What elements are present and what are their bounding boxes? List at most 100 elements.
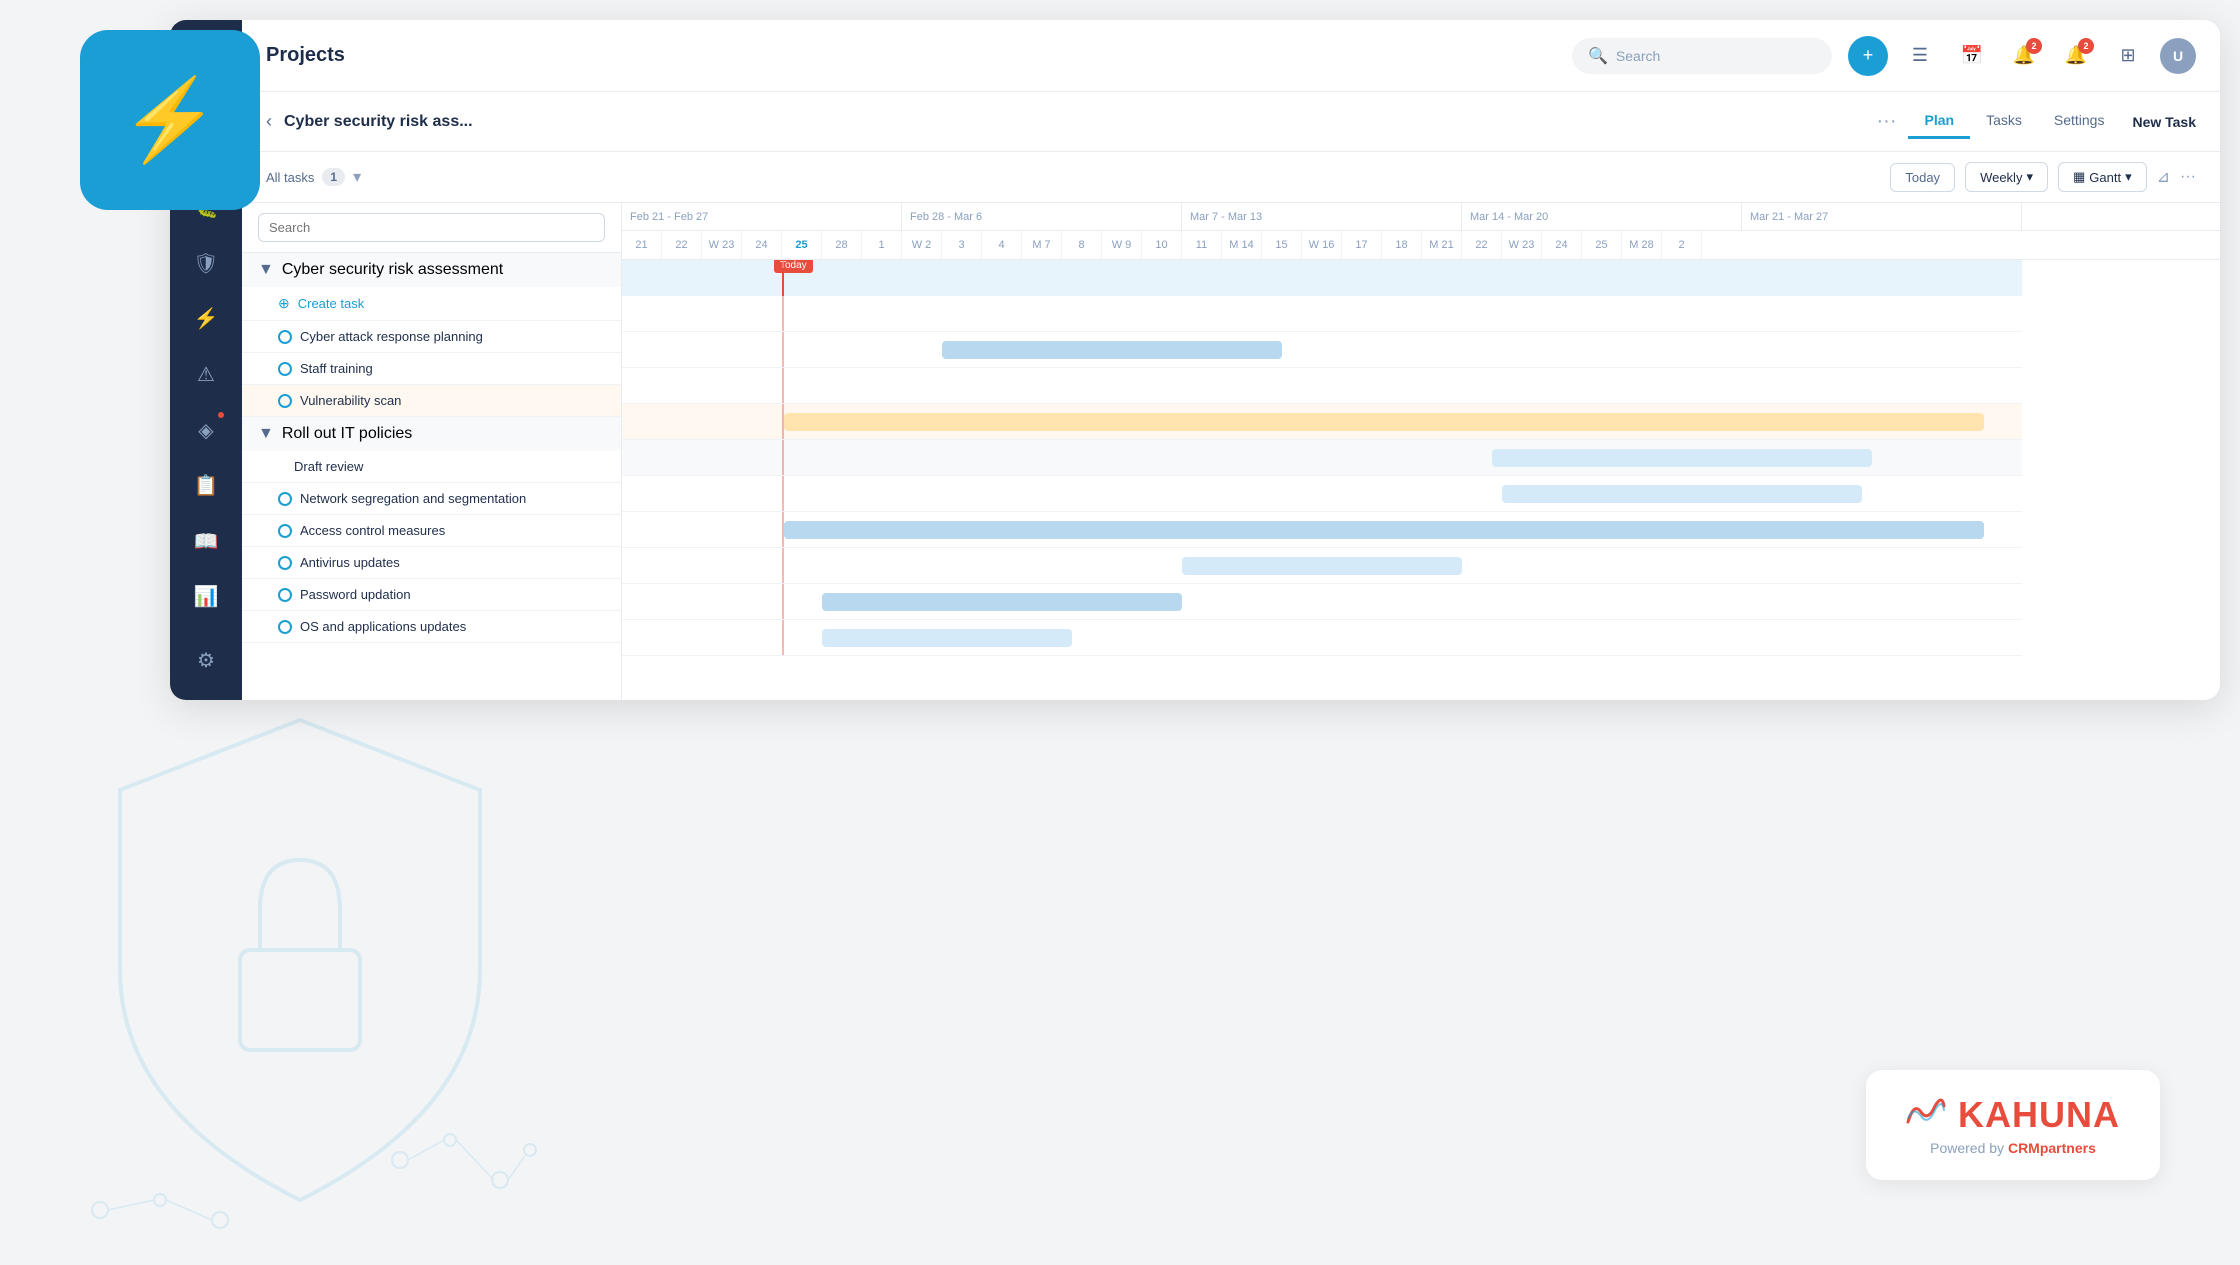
bg-decoration (0, 660, 600, 1260)
task-draft-review[interactable]: Draft review (242, 451, 621, 483)
filter-icon: ⊿ (2157, 169, 2170, 186)
app-container: › ⊙ ☰ 🐛 🛡 ⚡ ⚠ ◈ 📋 📖 📊 ⚙ Projects 🔍 Searc… (170, 20, 2220, 700)
gantt-body: Today (622, 260, 2220, 700)
new-task-button[interactable]: New Task (2132, 114, 2196, 130)
today-button[interactable]: Today (1890, 163, 1955, 192)
task-name: Vulnerability scan (300, 393, 401, 408)
task-name: Access control measures (300, 523, 445, 538)
tab-tasks[interactable]: Tasks (1970, 104, 2038, 139)
kahuna-icon (1906, 1098, 1946, 1133)
task-vulnerability-scan[interactable]: Vulnerability scan (242, 385, 621, 417)
task-status-icon (278, 556, 292, 570)
task-create-label: Create task (298, 296, 364, 311)
global-search[interactable]: 🔍 Search (1572, 38, 1832, 74)
weekly-label: Weekly (1980, 170, 2022, 185)
gantt-bar-os-updates (822, 629, 1072, 647)
task-create-task[interactable]: ⊕ Create task (242, 287, 621, 321)
gantt-day-11: 8 (1062, 231, 1102, 259)
task-staff-training[interactable]: Staff training (242, 353, 621, 385)
toolbar-left: All tasks 1 ▾ (266, 167, 1878, 187)
sidebar-item-reports[interactable]: 📋 (182, 462, 230, 510)
weekly-button[interactable]: Weekly ▾ (1965, 162, 2048, 192)
gantt-day-7: W 2 (902, 231, 942, 259)
task-access-control[interactable]: Access control measures (242, 515, 621, 547)
gantt-day-17: W 16 (1302, 231, 1342, 259)
gantt-bar-network-seg (784, 521, 1984, 539)
sidebar-item-lightning[interactable]: ⚡ (182, 295, 230, 343)
task-status-icon (278, 492, 292, 506)
top-header: Projects 🔍 Search + ☰ 📅 🔔 2 (242, 20, 2220, 92)
gantt-day-15: M 14 (1222, 231, 1262, 259)
gantt-day-8: 3 (942, 231, 982, 259)
add-button[interactable]: + (1848, 36, 1888, 76)
gantt-day-19: 18 (1382, 231, 1422, 259)
sidebar-item-analytics[interactable]: 📊 (182, 573, 230, 621)
gantt-day-5: 28 (822, 231, 862, 259)
tab-plan[interactable]: Plan (1908, 104, 1970, 139)
task-group-it[interactable]: ▼ Roll out IT policies (242, 417, 621, 451)
task-group-cyber[interactable]: ▼ Cyber security risk assessment (242, 253, 621, 287)
gantt-day-20: M 21 (1422, 231, 1462, 259)
gantt-day-26: 2 (1662, 231, 1702, 259)
gantt-day-9: 4 (982, 231, 1022, 259)
sidebar-item-settings[interactable]: ⚙ (182, 636, 230, 684)
list-view-button[interactable]: ☰ (1900, 36, 1940, 76)
tab-settings[interactable]: Settings (2038, 104, 2121, 139)
gantt-day-21: 22 (1462, 231, 1502, 259)
gantt-day-12: W 9 (1102, 231, 1142, 259)
calendar-button[interactable]: 📅 (1952, 36, 1992, 76)
gantt-bar-cyber-attack (942, 341, 1282, 359)
task-group-name: Roll out IT policies (282, 425, 412, 443)
week-label-5: Mar 21 - Mar 27 (1742, 203, 2022, 230)
task-antivirus[interactable]: Antivirus updates (242, 547, 621, 579)
task-list: ▼ Cyber security risk assessment ⊕ Creat… (242, 253, 621, 700)
gantt-header: Feb 21 - Feb 27 Feb 28 - Mar 6 Mar 7 - M… (622, 203, 2220, 260)
kahuna-tagline: Powered by CRMpartners (1930, 1140, 2096, 1156)
sidebar-item-docs[interactable]: 📖 (182, 517, 230, 565)
task-cyber-attack[interactable]: Cyber attack response planning (242, 321, 621, 353)
task-group-name: Cyber security risk assessment (282, 261, 503, 279)
task-name: Draft review (294, 459, 363, 474)
more-options-button[interactable]: ··· (2180, 168, 2196, 186)
sidebar-item-layers[interactable]: ◈ (182, 406, 230, 454)
task-os-updates[interactable]: OS and applications updates (242, 611, 621, 643)
task-count-dropdown[interactable]: ▾ (353, 167, 361, 187)
gantt-container: ▼ Cyber security risk assessment ⊕ Creat… (242, 203, 2220, 700)
crm-partners-label: CRMpartners (2008, 1140, 2096, 1156)
all-tasks-label: All tasks (266, 170, 314, 185)
page-title: Projects (266, 44, 1572, 67)
task-search-input[interactable] (258, 213, 605, 242)
week-label-1: Feb 21 - Feb 27 (622, 203, 902, 230)
create-task-icon: ⊕ (278, 295, 290, 312)
back-button[interactable]: ‹ (266, 111, 272, 132)
app-logo: ⚡ (80, 30, 260, 210)
notifications-button-2[interactable]: 🔔 2 (2056, 36, 2096, 76)
gantt-day-16: 15 (1262, 231, 1302, 259)
gantt-day-14: 11 (1182, 231, 1222, 259)
gantt-dropdown-icon: ▾ (2125, 169, 2132, 185)
grid-button[interactable]: ⊞ (2108, 36, 2148, 76)
weekly-dropdown-icon: ▾ (2026, 169, 2033, 185)
kahuna-brand-name: KAHUNA (1958, 1094, 2120, 1136)
project-tabs: Plan Tasks Settings (1908, 104, 2120, 139)
gantt-button[interactable]: ▦ Gantt ▾ (2058, 162, 2147, 192)
task-panel: ▼ Cyber security risk assessment ⊕ Creat… (242, 203, 622, 700)
filter-button[interactable]: ⊿ (2157, 167, 2170, 187)
task-count-badge: 1 (322, 168, 345, 186)
project-more-button[interactable]: ··· (1877, 110, 1897, 133)
gantt-week-labels: Feb 21 - Feb 27 Feb 28 - Mar 6 Mar 7 - M… (622, 203, 2220, 231)
task-network-seg[interactable]: Network segregation and segmentation (242, 483, 621, 515)
week-label-3: Mar 7 - Mar 13 (1182, 203, 1462, 230)
task-status-icon (278, 524, 292, 538)
task-password[interactable]: Password updation (242, 579, 621, 611)
sidebar-item-warning[interactable]: ⚠ (182, 351, 230, 399)
gantt-day-4: 25 (782, 231, 822, 259)
group-collapse-icon: ▼ (258, 261, 274, 279)
gantt-day-24: 25 (1582, 231, 1622, 259)
notifications-button-1[interactable]: 🔔 2 (2004, 36, 2044, 76)
user-avatar[interactable]: U (2160, 38, 2196, 74)
gantt-day-22: W 23 (1502, 231, 1542, 259)
sidebar-item-shield[interactable]: 🛡 (182, 240, 230, 288)
bolt-icon: ⚡ (120, 73, 220, 167)
task-name: Network segregation and segmentation (300, 491, 526, 506)
